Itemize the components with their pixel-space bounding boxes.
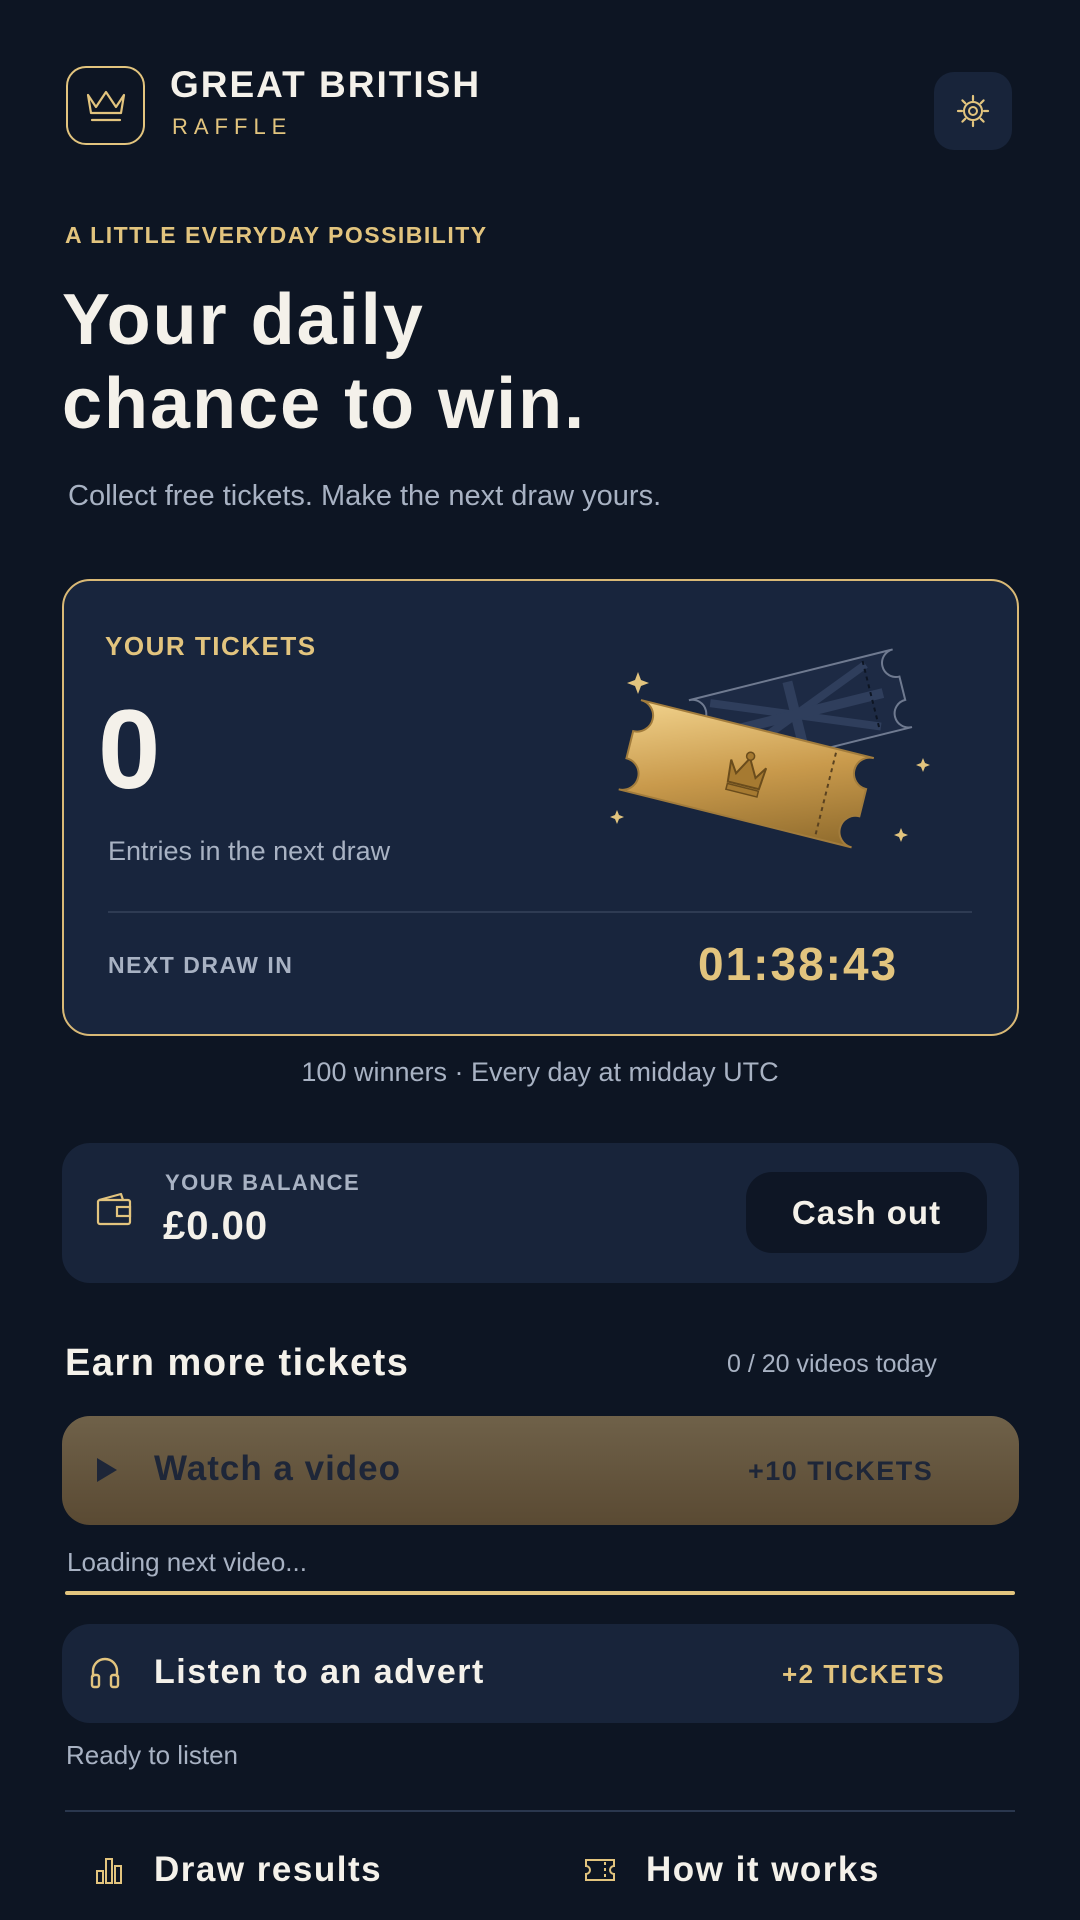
brand-subtitle: RAFFLE [172,114,293,139]
winners-note: 100 winners · Every day at midday UTC [301,1057,779,1087]
crown-icon [86,90,125,121]
draw-results-link[interactable]: Draw results [94,1845,382,1895]
how-it-works-label: How it works [646,1850,880,1889]
balance-label: YOUR BALANCE [165,1170,361,1195]
settings-button[interactable] [934,72,1012,150]
watch-video-label: Watch a video [154,1449,402,1488]
bar-chart-icon [96,1858,122,1884]
hero-eyebrow: A LITTLE EVERYDAY POSSIBILITY [65,222,488,248]
page-title-line-1: Your daily [62,280,425,360]
how-it-works-link[interactable]: How it works [584,1845,880,1895]
next-draw-label: NEXT DRAW IN [108,952,294,978]
ticket-icon [585,1859,615,1881]
draw-results-label: Draw results [154,1850,383,1889]
draw-countdown: 01:38:43 [698,938,899,990]
tickets-label: YOUR TICKETS [105,631,317,661]
page-title: Your daily chance to win. [62,278,586,446]
headphones-icon [90,1657,120,1689]
brand-title: GREAT BRITISH [170,64,482,105]
watch-video-reward: +10 TICKETS [748,1456,934,1486]
earn-section-title: Earn more tickets [65,1342,410,1384]
balance-value: £0.00 [163,1204,269,1248]
footer-divider [65,1810,1015,1812]
cash-out-button[interactable]: Cash out [746,1172,987,1253]
ticket-count: 0 [98,687,161,812]
video-loading-bar [65,1591,1015,1595]
brand-logo [66,66,145,145]
page-title-line-2: chance to win. [62,364,587,444]
play-icon [97,1458,117,1482]
videos-progress: 0 / 20 videos today [727,1350,937,1378]
gear-icon [956,94,990,128]
wallet-icon [96,1192,132,1226]
video-loading-status: Loading next video... [67,1547,307,1577]
advert-ready-status: Ready to listen [66,1740,238,1770]
listen-advert-reward: +2 TICKETS [782,1659,946,1689]
hero-subtitle: Collect free tickets. Make the next draw… [68,480,662,512]
tickets-illustration [610,648,930,849]
listen-advert-label: Listen to an advert [154,1653,485,1691]
tickets-card-divider [108,911,972,913]
tickets-caption: Entries in the next draw [108,836,391,866]
